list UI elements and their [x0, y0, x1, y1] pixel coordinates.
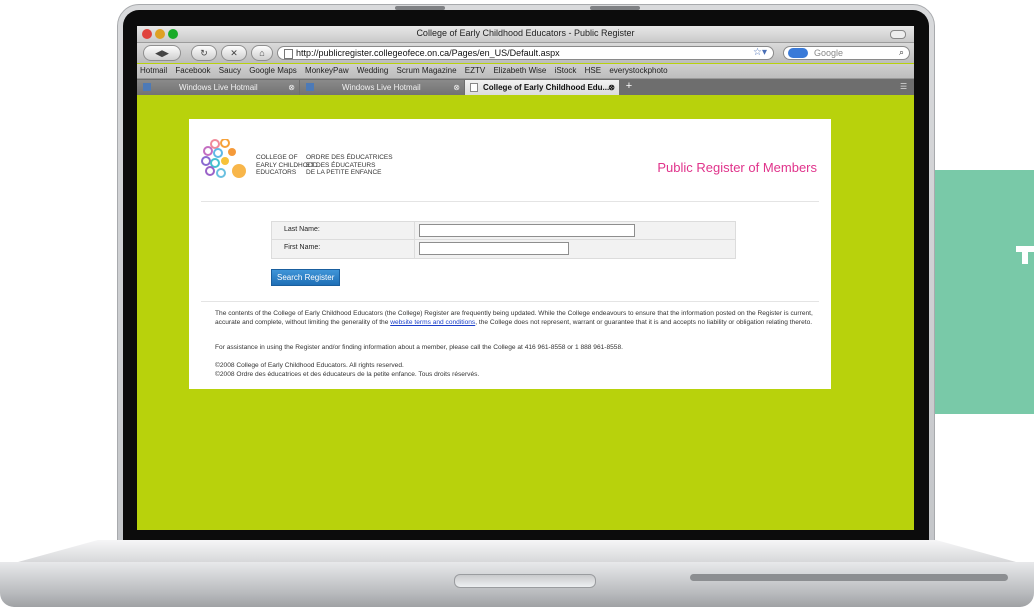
college-logo-icon — [201, 139, 246, 178]
first-name-row: First Name: — [271, 240, 736, 259]
toolbar-toggle-button[interactable] — [890, 30, 906, 39]
bookmark-google-maps[interactable]: Google Maps — [249, 66, 297, 75]
page-title: Public Register of Members — [657, 160, 817, 175]
tab-label: Windows Live Hotmail — [179, 83, 258, 92]
keyboard-deck — [18, 540, 1016, 562]
bookmark-everystockphoto[interactable]: everystockphoto — [609, 66, 667, 75]
tab-label: College of Early Childhood Edu... — [483, 83, 610, 92]
bookmark-wedding[interactable]: Wedding — [357, 66, 388, 75]
navigation-toolbar: ◀▶ ↻ ✕ ⌂ http://publicregister.collegeof… — [137, 43, 914, 63]
tab-college-register[interactable]: College of Early Childhood Edu... ⊗ — [465, 80, 619, 95]
bookmark-hotmail[interactable]: Hotmail — [140, 66, 167, 75]
reload-icon: ↻ — [200, 48, 208, 58]
magnifier-icon[interactable]: ⌕ — [899, 47, 904, 58]
tab-bar: Windows Live Hotmail ⊗ Windows Live Hotm… — [137, 79, 914, 95]
url-text: http://publicregister.collegeofece.on.ca… — [296, 48, 560, 58]
logo-text-french: ORDRE DES ÉDUCATRICES ET DES ÉDUCATEURS … — [306, 154, 393, 176]
page-content-card: COLLEGE OF EARLY CHILDHOOD EDUCATORS ORD… — [189, 119, 831, 389]
tab-label: Windows Live Hotmail — [342, 83, 421, 92]
reload-button[interactable]: ↻ — [191, 45, 217, 61]
hotmail-favicon-icon — [306, 83, 314, 91]
bookmark-elizabeth-wise[interactable]: Elizabeth Wise — [493, 66, 546, 75]
hotmail-favicon-icon — [143, 83, 151, 91]
bookmark-star-icon[interactable]: ☆▾ — [753, 47, 767, 58]
bookmark-eztv[interactable]: EZTV — [465, 66, 485, 75]
page-icon — [284, 49, 293, 59]
window-titlebar: College of Early Childhood Educators - P… — [137, 26, 914, 43]
form-divider — [201, 301, 819, 302]
teal-panel-glyph — [1016, 246, 1034, 264]
terms-conditions-link[interactable]: website terms and conditions — [390, 319, 475, 326]
home-button[interactable]: ⌂ — [251, 45, 273, 61]
close-tab-icon[interactable]: ⊗ — [453, 80, 460, 95]
search-form: Last Name: First Name: — [271, 221, 736, 259]
close-tab-icon[interactable]: ⊗ — [608, 80, 615, 95]
back-forward-button[interactable]: ◀▶ — [143, 45, 181, 61]
close-tab-icon[interactable]: ⊗ — [288, 80, 295, 95]
lid-hinge-mark-right — [590, 6, 640, 10]
last-name-input[interactable] — [419, 224, 635, 237]
slot-drive-vent — [690, 574, 1008, 581]
last-name-label: Last Name: — [284, 226, 320, 233]
bookmark-hse[interactable]: HSE — [585, 66, 601, 75]
lid-open-notch — [454, 574, 596, 588]
bookmark-saucy[interactable]: Saucy — [219, 66, 241, 75]
bookmark-istock[interactable]: iStock — [555, 66, 577, 75]
tab-list-menu-icon[interactable]: ☰ — [900, 82, 910, 91]
search-engine-icon[interactable] — [788, 48, 808, 58]
disclaimer-text: The contents of the College of Early Chi… — [215, 310, 813, 326]
search-placeholder: Google — [814, 48, 844, 58]
search-bar[interactable]: Google ⌕ — [783, 46, 910, 60]
bookmark-facebook[interactable]: Facebook — [175, 66, 210, 75]
copyright-french: ©2008 Ordre des éducatrices et des éduca… — [215, 371, 480, 378]
stop-icon: ✕ — [230, 48, 238, 58]
assistance-text: For assistance in using the Register and… — [215, 344, 623, 351]
first-name-label: First Name: — [284, 244, 321, 251]
first-name-input[interactable] — [419, 242, 569, 255]
copyright-english: ©2008 College of Early Childhood Educato… — [215, 362, 404, 369]
tab-hotmail-1[interactable]: Windows Live Hotmail ⊗ — [137, 80, 299, 95]
new-tab-button[interactable]: + — [621, 80, 637, 94]
address-bar[interactable]: http://publicregister.collegeofece.on.ca… — [277, 46, 774, 60]
header-divider — [201, 201, 819, 202]
stop-button[interactable]: ✕ — [221, 45, 247, 61]
bookmarks-bar: Hotmail Facebook Saucy Google Maps Monke… — [137, 64, 914, 79]
laptop-screen: College of Early Childhood Educators - P… — [137, 26, 914, 530]
forward-arrow-icon: ▶ — [162, 48, 169, 58]
last-name-row: Last Name: — [271, 221, 736, 240]
back-arrow-icon: ◀ — [155, 48, 162, 58]
page-favicon-icon — [470, 83, 478, 92]
home-icon: ⌂ — [259, 48, 265, 58]
teal-backdrop-panel — [930, 170, 1034, 414]
search-register-button[interactable]: Search Register — [271, 269, 341, 286]
window-title: College of Early Childhood Educators - P… — [416, 28, 635, 38]
lid-hinge-mark-left — [395, 6, 445, 10]
bookmark-monkeypaw[interactable]: MonkeyPaw — [305, 66, 349, 75]
laptop-base — [0, 540, 1034, 607]
bookmark-scrum-magazine[interactable]: Scrum Magazine — [397, 66, 457, 75]
tab-hotmail-2[interactable]: Windows Live Hotmail ⊗ — [300, 80, 464, 95]
